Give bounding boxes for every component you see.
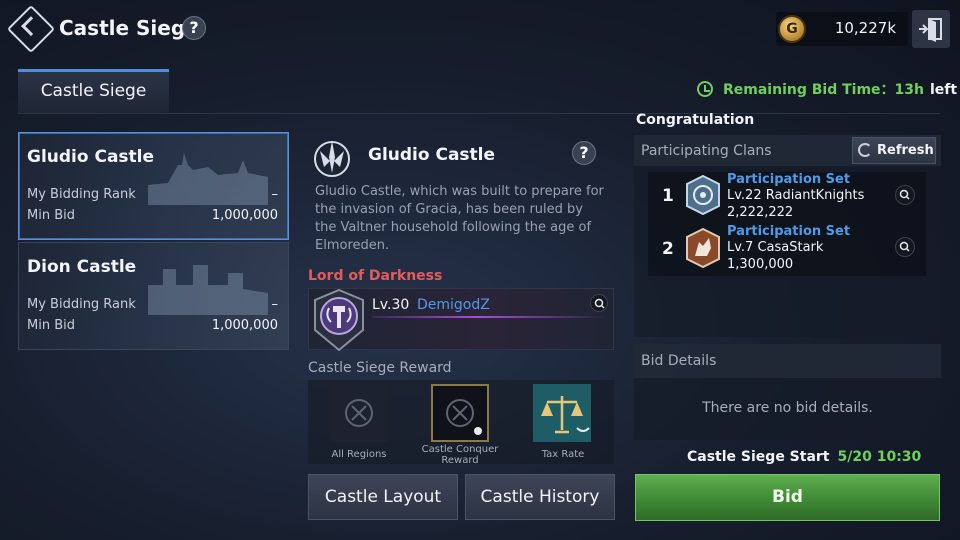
bid-details-title: Bid Details: [641, 353, 717, 369]
help-icon[interactable]: ?: [182, 16, 206, 40]
reward-label: All Regions: [331, 449, 387, 460]
min-bid-label: Min Bid: [27, 318, 75, 333]
lord-level: Lv.30: [372, 297, 410, 313]
lord-clan-emblem-icon: [314, 288, 364, 352]
reward-title: Castle Siege Reward: [308, 360, 452, 376]
castle-history-button[interactable]: Castle History: [465, 474, 615, 520]
min-bid-value: 1,000,000: [211, 318, 278, 333]
siege-start: Castle Siege Start 5/20 10:30: [687, 449, 921, 465]
reward-label: Tax Rate: [541, 449, 585, 460]
lord-glow-line: [372, 316, 608, 318]
refresh-icon[interactable]: [858, 143, 872, 157]
page-title: Castle Siege: [59, 16, 199, 40]
clan-participation-set: Participation Set: [727, 172, 851, 187]
bidding-rank-label: My Bidding Rank: [27, 297, 136, 312]
bidding-rank-label: My Bidding Rank: [27, 187, 136, 202]
clan-bid-value: 2,222,222: [727, 205, 794, 220]
min-bid-value: 1,000,000: [211, 208, 278, 223]
locked-circle-icon[interactable]: [330, 384, 388, 442]
castle-name: Gludio Castle: [27, 147, 155, 167]
clan-emblem-icon: [686, 175, 720, 215]
exit-door-icon[interactable]: [912, 10, 950, 48]
locked-circle-icon[interactable]: [431, 384, 489, 442]
castle-silhouette-image: [148, 265, 268, 315]
clan-bid-value: 1,300,000: [727, 257, 794, 272]
bid-time-suffix: left: [929, 82, 958, 98]
scales-icon[interactable]: [533, 384, 591, 442]
search-icon[interactable]: [896, 238, 914, 256]
tab-divider: [18, 113, 940, 114]
clan-rank: 2: [662, 239, 674, 259]
castle-layout-button[interactable]: Castle Layout: [308, 474, 458, 520]
lord-title: Lord of Darkness: [308, 268, 443, 284]
clan-search-button[interactable]: [895, 237, 915, 257]
siege-start-label: Castle Siege Start: [687, 449, 830, 465]
reward-label: Castle Conquer Reward: [421, 444, 499, 466]
clan-emblem-icon: [686, 228, 720, 268]
castle-card-gludio[interactable]: Gludio Castle My Bidding Rank – Min Bid …: [18, 132, 289, 240]
help-icon[interactable]: ?: [572, 141, 596, 165]
clan-search-button[interactable]: [895, 185, 915, 205]
castle-name: Dion Castle: [27, 257, 137, 277]
search-icon[interactable]: [591, 295, 609, 313]
congratulation-text: Congratulation: [636, 112, 755, 128]
clan-participation-set: Participation Set: [727, 224, 851, 239]
bid-button[interactable]: Bid: [635, 474, 940, 521]
castle-crest-icon: [314, 141, 350, 177]
lord-player-name[interactable]: DemigodZ: [417, 297, 490, 313]
clan-name: Lv.22 RadiantKnights: [727, 188, 865, 203]
bidding-rank-value: –: [271, 187, 279, 202]
gold-coin-icon: G: [778, 15, 806, 43]
clock-icon: [697, 81, 713, 97]
tab-castle-siege[interactable]: Castle Siege: [18, 69, 169, 113]
exit-button[interactable]: [912, 10, 950, 48]
clan-rank: 1: [662, 186, 674, 206]
lord-search-button[interactable]: [590, 294, 608, 312]
chevron-left-icon[interactable]: [21, 16, 41, 37]
participating-clans-title: Participating Clans: [641, 143, 772, 159]
min-bid-label: Min Bid: [27, 208, 75, 223]
castle-card-dion[interactable]: Dion Castle My Bidding Rank – Min Bid 1,…: [18, 242, 289, 350]
search-icon[interactable]: [896, 186, 914, 204]
clan-name: Lv.7 CasaStark: [727, 240, 824, 255]
bid-time-label: Remaining Bid Time：13h: [723, 82, 924, 98]
siege-start-date: 5/20 10:30: [837, 449, 922, 465]
castle-description: Gludio Castle, which was built to prepar…: [315, 184, 604, 253]
selected-castle-name: Gludio Castle: [368, 145, 496, 165]
remaining-bid-time: Remaining Bid Time：13h left: [697, 79, 957, 99]
bidding-rank-value: –: [271, 297, 279, 312]
no-bid-details-text: There are no bid details.: [702, 400, 873, 416]
currency-amount: 10,227k: [834, 19, 896, 37]
castle-silhouette-image: [148, 153, 268, 205]
